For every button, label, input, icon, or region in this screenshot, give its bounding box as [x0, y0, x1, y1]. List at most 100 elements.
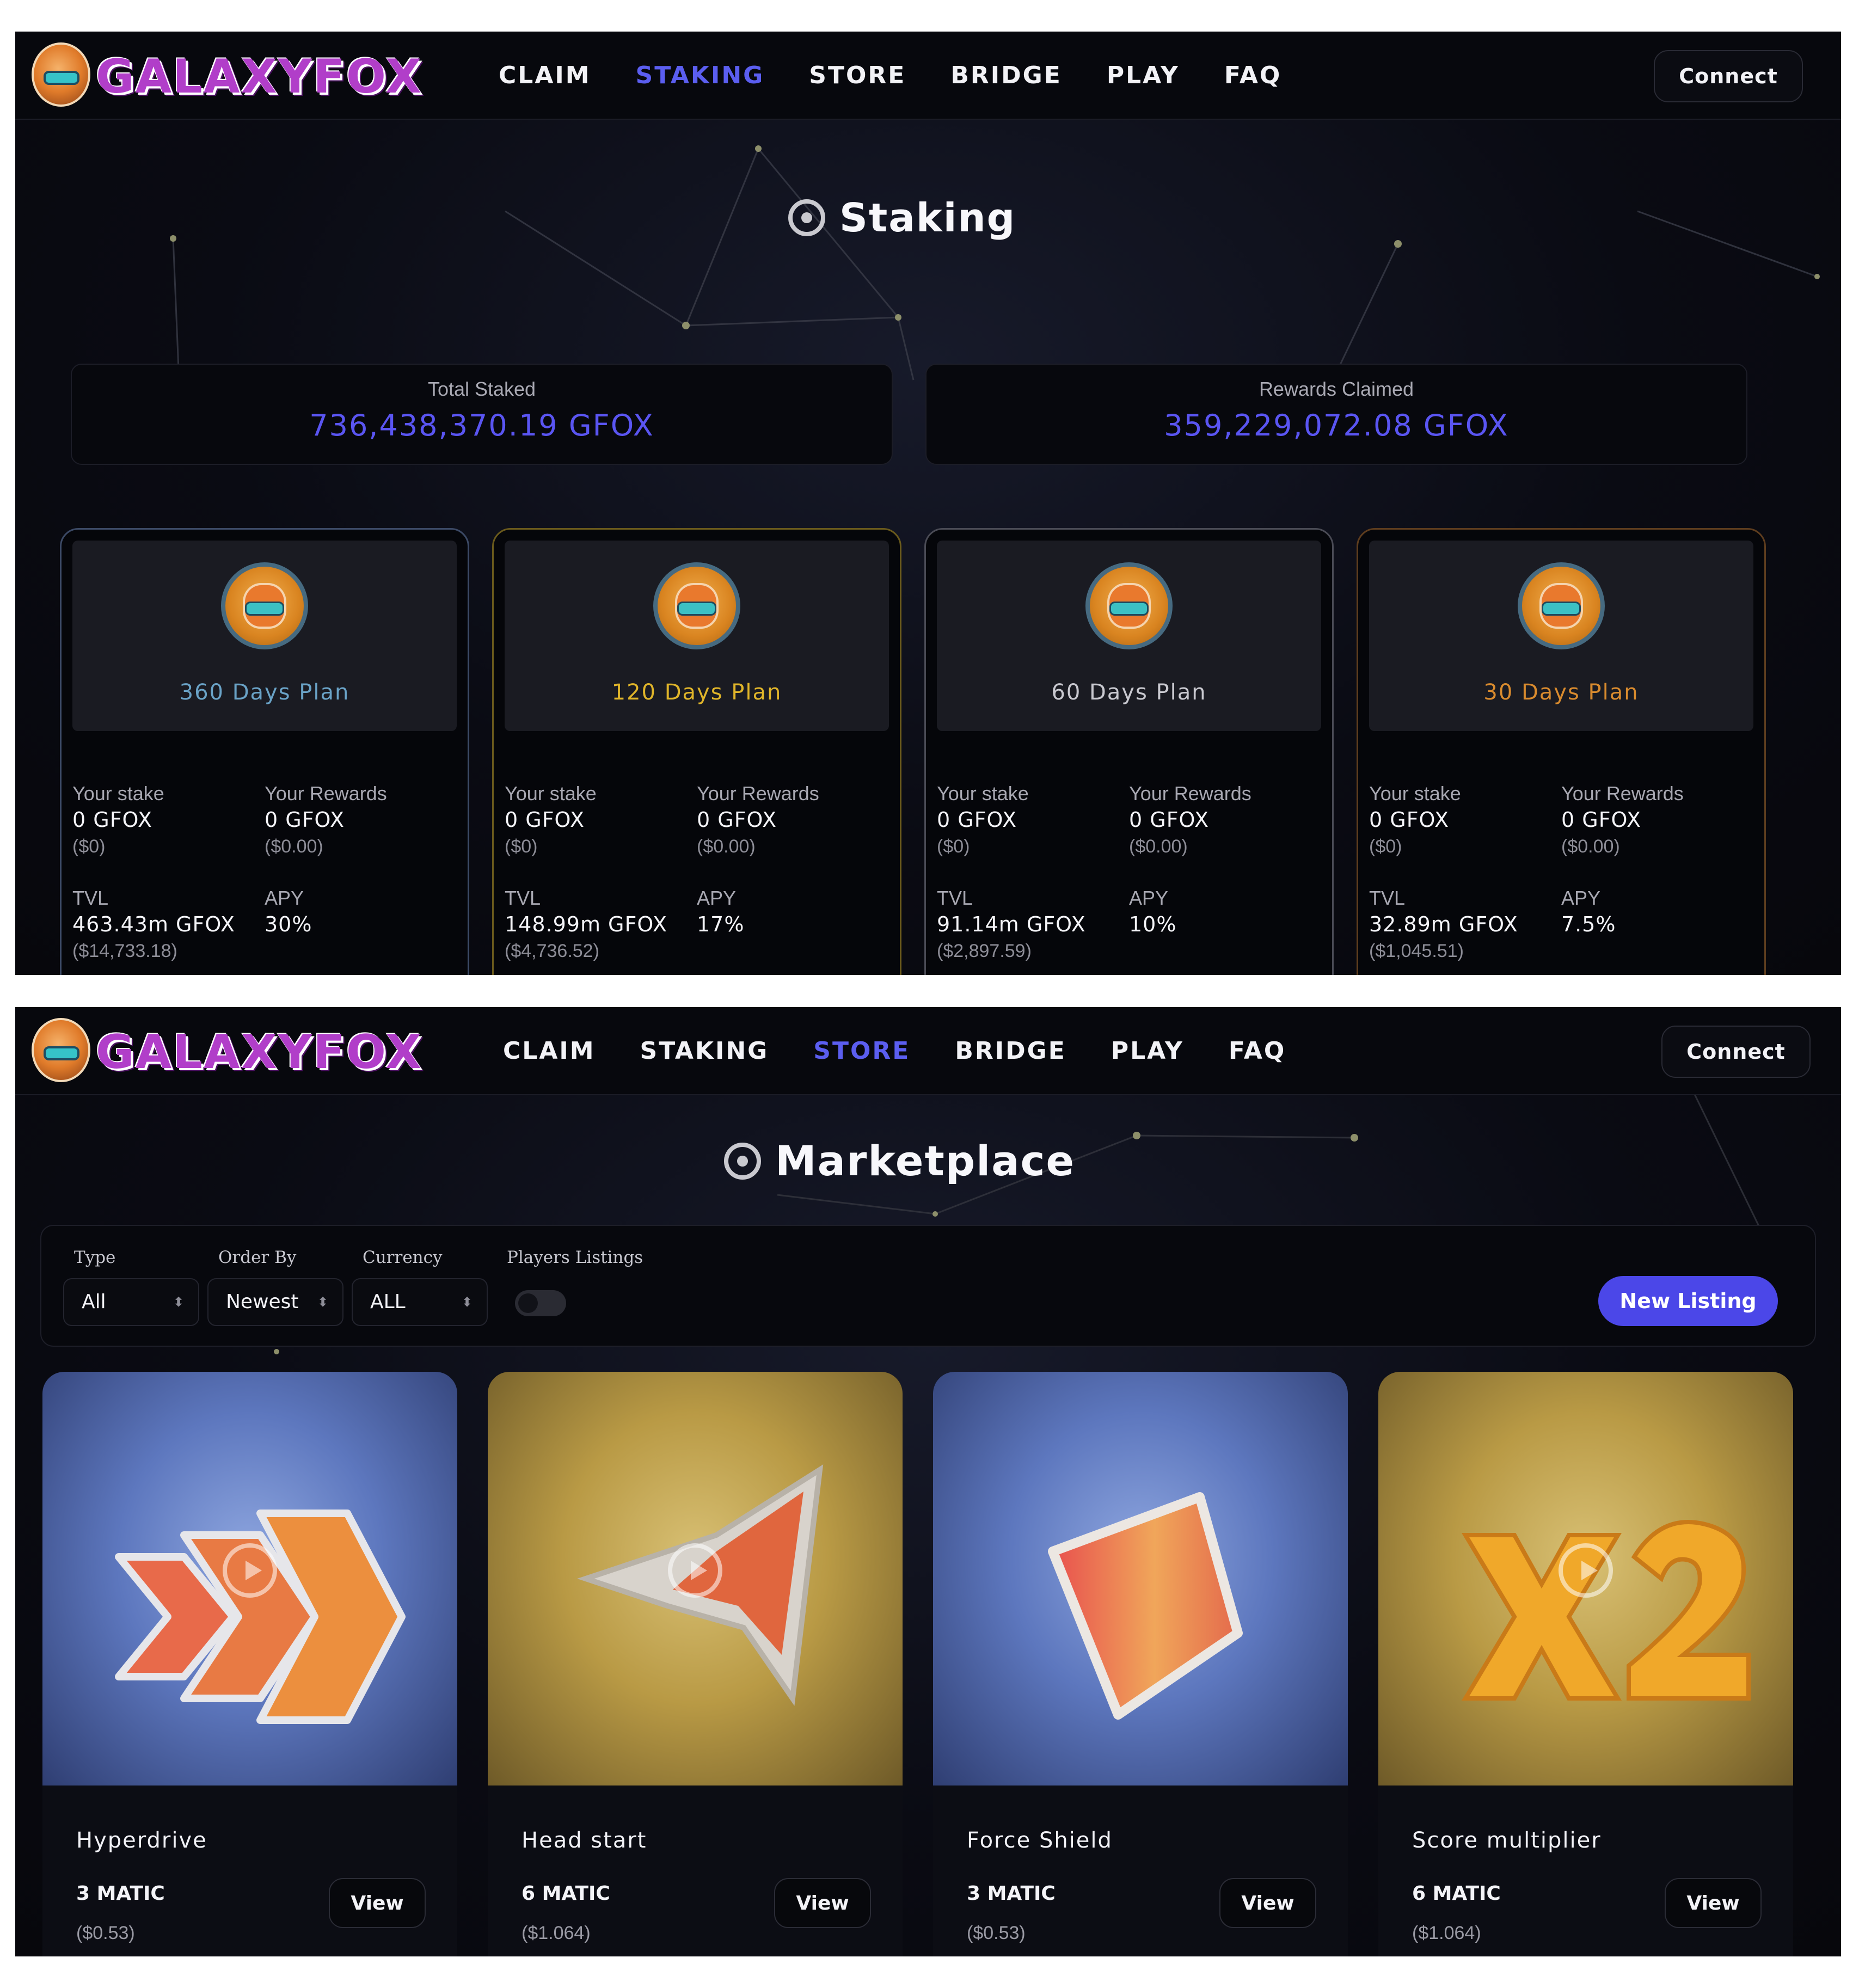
type-select-value: All [82, 1291, 106, 1313]
item-name: Hyperdrive [76, 1828, 207, 1853]
plan-header: 60 Days Plan [937, 541, 1321, 731]
item-preview[interactable] [488, 1372, 903, 1785]
nav-claim[interactable]: CLAIM [503, 1037, 596, 1065]
play-icon[interactable] [223, 1543, 277, 1598]
target-icon [724, 1142, 761, 1180]
your-stake-label: Your stake [937, 782, 1029, 805]
your-rewards-usd: ($0.00) [1129, 836, 1188, 857]
view-button[interactable]: View [774, 1878, 871, 1928]
connect-wallet-button[interactable]: Connect [1654, 50, 1803, 102]
item-preview[interactable] [1378, 1372, 1793, 1785]
type-select[interactable]: All ⬍ [63, 1278, 199, 1326]
nav-faq[interactable]: FAQ [1224, 62, 1281, 89]
tvl-label: TVL [505, 887, 541, 909]
item-preview[interactable] [933, 1372, 1348, 1785]
nav-bridge[interactable]: BRIDGE [950, 62, 1062, 89]
your-rewards: Your Rewards 0 GFOX ($0.00) [1561, 781, 1741, 860]
plan-card-360-days[interactable]: 360 Days Plan Your stake 0 GFOX ($0) You… [60, 528, 469, 975]
plan-title: 30 Days Plan [1483, 680, 1639, 705]
your-rewards-label: Your Rewards [265, 782, 387, 805]
fox-coin-icon [1518, 562, 1605, 649]
tvl-label: TVL [937, 887, 973, 909]
tvl-usd: ($4,736.52) [505, 941, 599, 961]
your-rewards: Your Rewards 0 GFOX ($0.00) [265, 781, 444, 860]
your-stake-value: 0 GFOX [1369, 808, 1450, 832]
nav-bridge[interactable]: BRIDGE [955, 1037, 1066, 1065]
players-listings-toggle[interactable] [515, 1290, 566, 1316]
item-name: Force Shield [967, 1828, 1113, 1853]
apy: APY 10% [1129, 886, 1309, 938]
page-title: Staking [788, 195, 1016, 241]
item-price: 6 MATIC [1412, 1882, 1501, 1905]
type-filter-label: Type [74, 1248, 116, 1267]
connect-wallet-button[interactable]: Connect [1661, 1026, 1811, 1078]
total-staked-card: Total Staked 736,438,370.19 GFOX [71, 364, 893, 465]
item-info: Force Shield 3 MATIC ($0.53) View [933, 1785, 1348, 1956]
page-title: Marketplace [724, 1137, 1075, 1185]
view-button[interactable]: View [329, 1878, 426, 1928]
your-rewards-label: Your Rewards [1129, 782, 1251, 805]
play-icon[interactable] [1559, 1543, 1613, 1598]
currency-select[interactable]: ALL ⬍ [352, 1278, 488, 1326]
apy-label: APY [1561, 887, 1601, 909]
view-button[interactable]: View [1665, 1878, 1762, 1928]
nav-menu: CLAIM STAKING STORE BRIDGE PLAY FAQ [499, 32, 1326, 119]
view-button[interactable]: View [1219, 1878, 1316, 1928]
order-by-select[interactable]: Newest ⬍ [207, 1278, 343, 1326]
rewards-claimed-card: Rewards Claimed 359,229,072.08 GFOX [925, 364, 1747, 465]
your-stake-value: 0 GFOX [72, 808, 153, 832]
galaxyfox-logo[interactable]: GALAXYFOX [32, 1015, 467, 1085]
item-preview[interactable] [42, 1372, 457, 1785]
currency-select-value: ALL [370, 1291, 406, 1313]
nav-faq[interactable]: FAQ [1229, 1037, 1286, 1065]
your-stake-label: Your stake [1369, 782, 1461, 805]
item-info: Score multiplier 6 MATIC ($1.064) View [1378, 1785, 1793, 1956]
tvl-label: TVL [72, 887, 109, 909]
nav-play[interactable]: PLAY [1107, 62, 1180, 89]
your-rewards-value: 0 GFOX [265, 808, 345, 832]
apy-value: 17% [697, 912, 745, 936]
chevron-updown-icon: ⬍ [461, 1294, 473, 1310]
nav-store[interactable]: STORE [809, 62, 906, 89]
shield-icon [1048, 1492, 1243, 1720]
rewards-claimed-label: Rewards Claimed [1259, 378, 1414, 400]
item-card-head-start[interactable]: Head start 6 MATIC ($1.064) View [488, 1372, 903, 1956]
toggle-knob [518, 1293, 538, 1313]
plan-card-60-days[interactable]: 60 Days Plan Your stake 0 GFOX ($0) Your… [924, 528, 1334, 975]
nav-play[interactable]: PLAY [1111, 1037, 1184, 1065]
target-icon [788, 199, 825, 236]
your-rewards: Your Rewards 0 GFOX ($0.00) [697, 781, 876, 860]
players-listings-label: Players Listings [507, 1248, 643, 1267]
item-card-hyperdrive[interactable]: Hyperdrive 3 MATIC ($0.53) View [42, 1372, 457, 1956]
tvl-value: 463.43m GFOX [72, 912, 235, 936]
your-stake: Your stake 0 GFOX ($0) [937, 781, 1116, 860]
plan-card-30-days[interactable]: 30 Days Plan Your stake 0 GFOX ($0) Your… [1357, 528, 1766, 975]
your-stake-usd: ($0) [72, 836, 106, 857]
brand-wordmark: GALAXYFOX [96, 1025, 423, 1079]
brand-wordmark: GALAXYFOX [96, 50, 423, 104]
nav-claim[interactable]: CLAIM [499, 62, 591, 89]
your-rewards-usd: ($0.00) [697, 836, 756, 857]
apy: APY 17% [697, 886, 876, 938]
item-card-score-multiplier[interactable]: Score multiplier 6 MATIC ($1.064) View [1378, 1372, 1793, 1956]
page-title-text: Staking [839, 195, 1016, 241]
plan-title: 360 Days Plan [179, 680, 350, 705]
nav-staking[interactable]: STAKING [636, 62, 765, 89]
nav-staking[interactable]: STAKING [640, 1037, 769, 1065]
nav-menu: CLAIM STAKING STORE BRIDGE PLAY FAQ [503, 1007, 1330, 1094]
your-stake-usd: ($0) [505, 836, 538, 857]
galaxyfox-logo[interactable]: GALAXYFOX [32, 39, 467, 110]
your-rewards: Your Rewards 0 GFOX ($0.00) [1129, 781, 1309, 860]
apy: APY 30% [265, 886, 444, 938]
new-listing-button[interactable]: New Listing [1598, 1276, 1778, 1326]
apy-label: APY [697, 887, 737, 909]
nav-store[interactable]: STORE [813, 1037, 910, 1065]
item-card-force-shield[interactable]: Force Shield 3 MATIC ($0.53) View [933, 1372, 1348, 1956]
item-usd-price: ($1.064) [521, 1923, 591, 1943]
plan-card-120-days[interactable]: 120 Days Plan Your stake 0 GFOX ($0) You… [492, 528, 901, 975]
your-stake: Your stake 0 GFOX ($0) [1369, 781, 1549, 860]
item-usd-price: ($0.53) [967, 1923, 1026, 1943]
total-staked-value: 736,438,370.19 GFOX [309, 408, 654, 443]
item-usd-price: ($1.064) [1412, 1923, 1481, 1943]
play-icon[interactable] [668, 1543, 722, 1598]
